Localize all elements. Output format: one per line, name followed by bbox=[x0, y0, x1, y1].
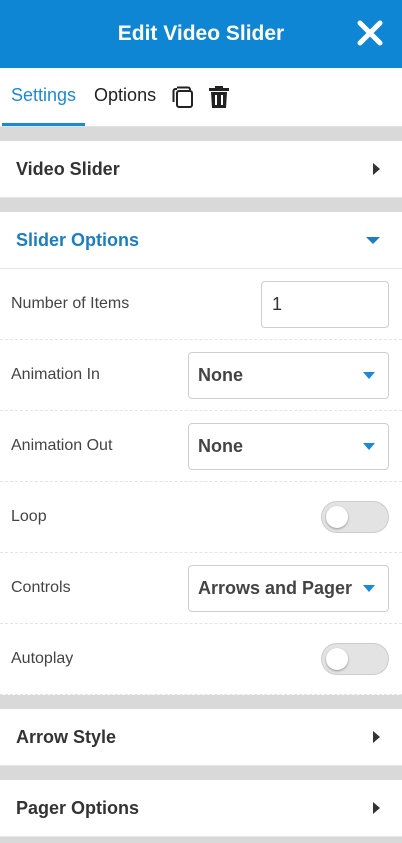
delete-button[interactable] bbox=[201, 68, 237, 126]
trash-icon bbox=[209, 86, 230, 108]
field-label: Animation Out bbox=[11, 437, 113, 454]
field-label: Loop bbox=[11, 508, 47, 525]
section-title-arrow-style: Arrow Style bbox=[16, 726, 117, 747]
section-arrow-style[interactable]: Arrow Style bbox=[0, 709, 402, 766]
duplicate-icon bbox=[172, 86, 194, 108]
slider-options-panel: Number of Items Animation In None Animat… bbox=[0, 269, 402, 695]
panel-title: Edit Video Slider bbox=[117, 22, 285, 45]
close-icon[interactable] bbox=[356, 19, 384, 47]
section-title-video-slider: Video Slider bbox=[16, 158, 120, 179]
section-title-slider-options: Slider Options bbox=[16, 229, 140, 250]
duplicate-button[interactable] bbox=[165, 68, 201, 126]
field-number-of-items: Number of Items bbox=[0, 269, 402, 340]
section-gap bbox=[0, 198, 402, 212]
select-value: None bbox=[198, 364, 243, 385]
field-animation-out: Animation Out None bbox=[0, 411, 402, 482]
select-value: None bbox=[198, 435, 243, 456]
caret-right-icon bbox=[373, 802, 380, 814]
tab-bar: Settings Options bbox=[0, 68, 402, 127]
section-slider-options[interactable]: Slider Options bbox=[0, 212, 402, 269]
section-gap bbox=[0, 695, 402, 709]
field-controls: Controls Arrows and Pager bbox=[0, 553, 402, 624]
field-label: Autoplay bbox=[11, 650, 74, 667]
section-pager-options[interactable]: Pager Options bbox=[0, 780, 402, 837]
number-of-items-input[interactable] bbox=[261, 280, 389, 328]
controls-select[interactable]: Arrows and Pager bbox=[188, 564, 389, 612]
field-label: Controls bbox=[11, 579, 71, 596]
field-label: Number of Items bbox=[11, 295, 130, 312]
field-autoplay: Autoplay bbox=[0, 624, 402, 695]
autoplay-toggle[interactable] bbox=[321, 643, 389, 675]
section-gap bbox=[0, 127, 402, 141]
caret-right-icon bbox=[373, 731, 380, 743]
tab-settings[interactable]: Settings bbox=[2, 68, 86, 126]
toggle-knob bbox=[326, 506, 348, 528]
section-title-pager-options: Pager Options bbox=[16, 797, 140, 818]
section-gap bbox=[0, 766, 402, 780]
select-value: Arrows and Pager bbox=[198, 577, 353, 598]
section-video-slider[interactable]: Video Slider bbox=[0, 141, 402, 198]
chevron-down-icon bbox=[363, 442, 375, 450]
caret-right-icon bbox=[373, 163, 380, 175]
loop-toggle[interactable] bbox=[321, 501, 389, 533]
field-loop: Loop bbox=[0, 482, 402, 553]
field-label: Animation In bbox=[11, 366, 100, 383]
chevron-down-icon bbox=[363, 371, 375, 379]
toggle-knob bbox=[326, 648, 348, 670]
chevron-down-icon bbox=[363, 584, 375, 592]
animation-in-select[interactable]: None bbox=[188, 351, 389, 399]
animation-out-select[interactable]: None bbox=[188, 422, 389, 470]
panel-header: Edit Video Slider bbox=[0, 0, 402, 68]
field-animation-in: Animation In None bbox=[0, 340, 402, 411]
tab-options[interactable]: Options bbox=[85, 68, 165, 126]
caret-down-icon bbox=[366, 236, 380, 244]
